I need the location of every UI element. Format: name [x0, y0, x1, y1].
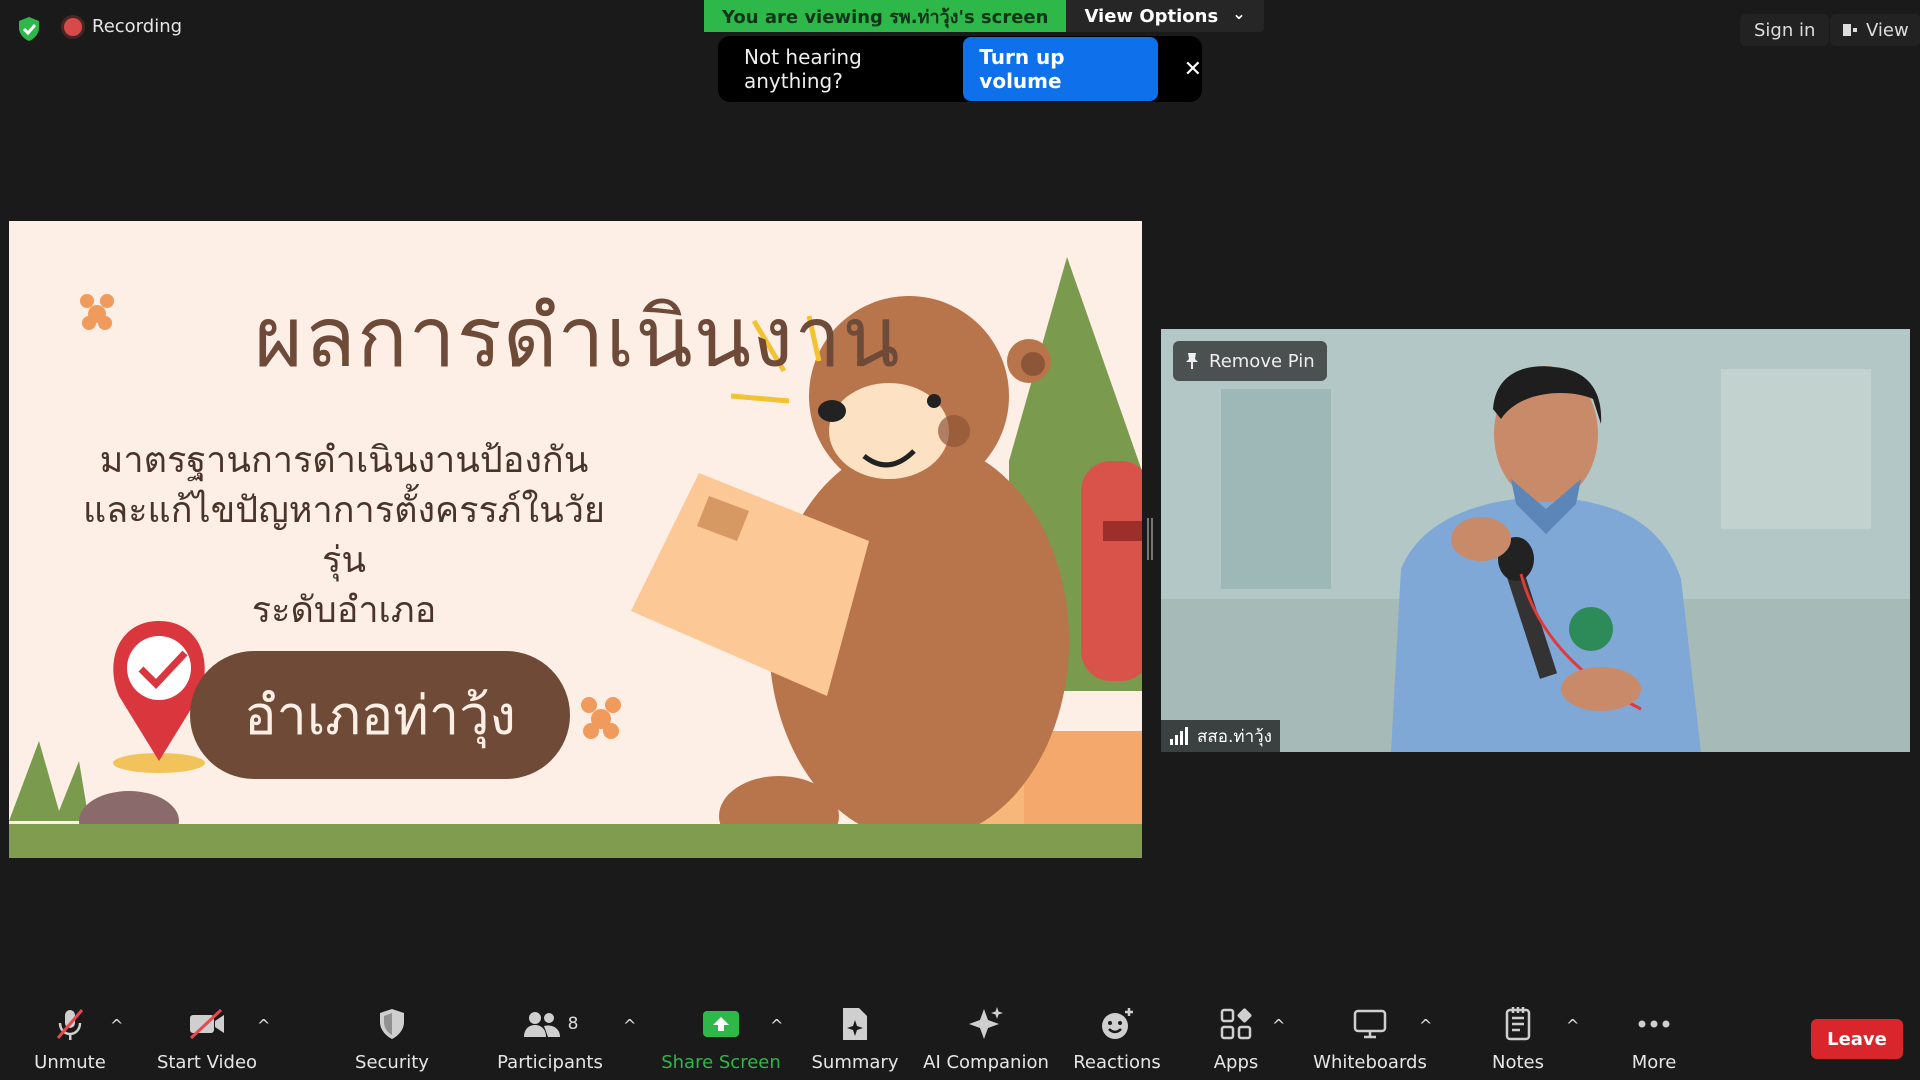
sparkle-icon	[967, 1004, 1005, 1044]
leave-button[interactable]: Leave	[1811, 1019, 1903, 1059]
participant-name-tag: สสอ.ท่าวุ้ง	[1161, 720, 1280, 752]
apps-icon	[1219, 1004, 1253, 1044]
participant-name: สสอ.ท่าวุ้ง	[1197, 726, 1272, 747]
shield-icon	[376, 1004, 408, 1044]
viewing-screen-label: You are viewing รพ.ท่าวุ้ง's screen	[704, 0, 1067, 32]
view-button[interactable]: View	[1830, 14, 1920, 46]
share-options-caret[interactable]: ^	[770, 1016, 783, 1035]
whiteboard-icon	[1352, 1004, 1388, 1044]
apps-label: Apps	[1213, 1052, 1259, 1073]
whiteboards-options-caret[interactable]: ^	[1419, 1016, 1432, 1035]
unmute-button[interactable]: Unmute	[28, 990, 112, 1080]
slide-district-pill: อำเภอท่าวุ้ง	[190, 651, 570, 779]
notes-button[interactable]: Notes	[1478, 990, 1558, 1080]
shared-screen: ผลการดำเนินงาน มาตรฐานการดำเนินงานป้องกั…	[9, 221, 1142, 858]
apps-button[interactable]: Apps	[1196, 990, 1276, 1080]
participants-icon	[523, 1012, 560, 1037]
recording-label: Recording	[92, 16, 183, 37]
view-options-button[interactable]: View Options ⌄	[1066, 0, 1264, 32]
slide-subtitle-line: มาตรฐานการดำเนินงานป้องกัน	[99, 440, 589, 481]
ai-companion-button[interactable]: AI Companion	[923, 990, 1049, 1080]
summary-label: Summary	[811, 1052, 899, 1073]
security-button[interactable]: Security	[350, 990, 434, 1080]
view-label: View	[1866, 19, 1909, 41]
sign-in-button[interactable]: Sign in	[1740, 14, 1830, 46]
slide-title: ผลการดำเนินงาน	[254, 288, 901, 386]
notes-label: Notes	[1492, 1052, 1544, 1073]
screen-share-banner: You are viewing รพ.ท่าวุ้ง's screen View…	[704, 0, 1264, 32]
pin-icon	[1186, 353, 1198, 369]
turn-up-volume-button[interactable]: Turn up volume	[963, 37, 1158, 101]
share-screen-button[interactable]: Share Screen	[661, 990, 781, 1080]
participants-count: 8	[567, 1014, 579, 1034]
participants-options-caret[interactable]: ^	[623, 1016, 636, 1035]
participants-label: Participants	[497, 1052, 603, 1073]
unmute-label: Unmute	[34, 1052, 106, 1073]
resize-handle[interactable]	[1147, 518, 1153, 560]
meeting-toolbar: Unmute ^ Start Video ^ Security 8 Partic…	[0, 990, 1920, 1080]
whiteboards-label: Whiteboards	[1313, 1052, 1427, 1073]
slide-subtitle-line: ระดับอำเภอ	[251, 590, 437, 631]
audio-options-caret[interactable]: ^	[110, 1016, 123, 1035]
security-label: Security	[355, 1052, 429, 1073]
start-video-label: Start Video	[156, 1052, 258, 1073]
whiteboards-button[interactable]: Whiteboards	[1310, 990, 1430, 1080]
share-screen-icon	[701, 1004, 741, 1044]
start-video-button[interactable]: Start Video	[155, 990, 259, 1080]
mic-muted-icon	[52, 1004, 88, 1044]
close-icon[interactable]: ✕	[1184, 57, 1202, 82]
recording-dot-icon	[64, 17, 82, 36]
summary-button[interactable]: Summary	[808, 990, 902, 1080]
reactions-label: Reactions	[1073, 1052, 1161, 1073]
participant-video-image	[1161, 329, 1910, 752]
notes-icon	[1503, 1004, 1533, 1044]
participants-button[interactable]: 8 Participants	[497, 990, 603, 1080]
participants-icon-wrap: 8	[522, 1004, 579, 1044]
apps-options-caret[interactable]: ^	[1272, 1016, 1285, 1035]
view-layout-icon	[1843, 24, 1857, 36]
ai-companion-label: AI Companion	[923, 1052, 1049, 1073]
remove-pin-label: Remove Pin	[1209, 350, 1315, 372]
signal-strength-icon	[1170, 727, 1188, 745]
reactions-icon	[1099, 1004, 1135, 1044]
summary-icon	[839, 1004, 871, 1044]
more-label: More	[1631, 1052, 1677, 1073]
participant-video-tile[interactable]: Remove Pin สสอ.ท่าวุ้ง	[1161, 329, 1910, 752]
notes-options-caret[interactable]: ^	[1566, 1016, 1579, 1035]
video-off-icon	[187, 1004, 227, 1044]
share-screen-label: Share Screen	[661, 1052, 781, 1073]
audio-notice-text: Not hearing anything?	[744, 45, 862, 93]
slide-subtitle-line: และแก้ไขปัญหาการตั้งครรภ์ในวัยรุ่น	[82, 490, 606, 581]
slide-subtitle: มาตรฐานการดำเนินงานป้องกัน และแก้ไขปัญหา…	[79, 436, 609, 636]
slide-ground	[9, 824, 1142, 858]
view-options-label: View Options	[1084, 5, 1219, 27]
reactions-button[interactable]: Reactions	[1072, 990, 1162, 1080]
more-icon	[1637, 1004, 1671, 1044]
more-button[interactable]: More	[1614, 990, 1694, 1080]
recording-indicator[interactable]: Recording	[64, 16, 182, 37]
security-status-icon[interactable]	[14, 14, 44, 44]
remove-pin-button[interactable]: Remove Pin	[1173, 341, 1327, 381]
video-options-caret[interactable]: ^	[257, 1016, 270, 1035]
audio-notice: Not hearing anything? Turn up volume ✕	[718, 36, 1202, 102]
chevron-down-icon: ⌄	[1232, 3, 1246, 23]
